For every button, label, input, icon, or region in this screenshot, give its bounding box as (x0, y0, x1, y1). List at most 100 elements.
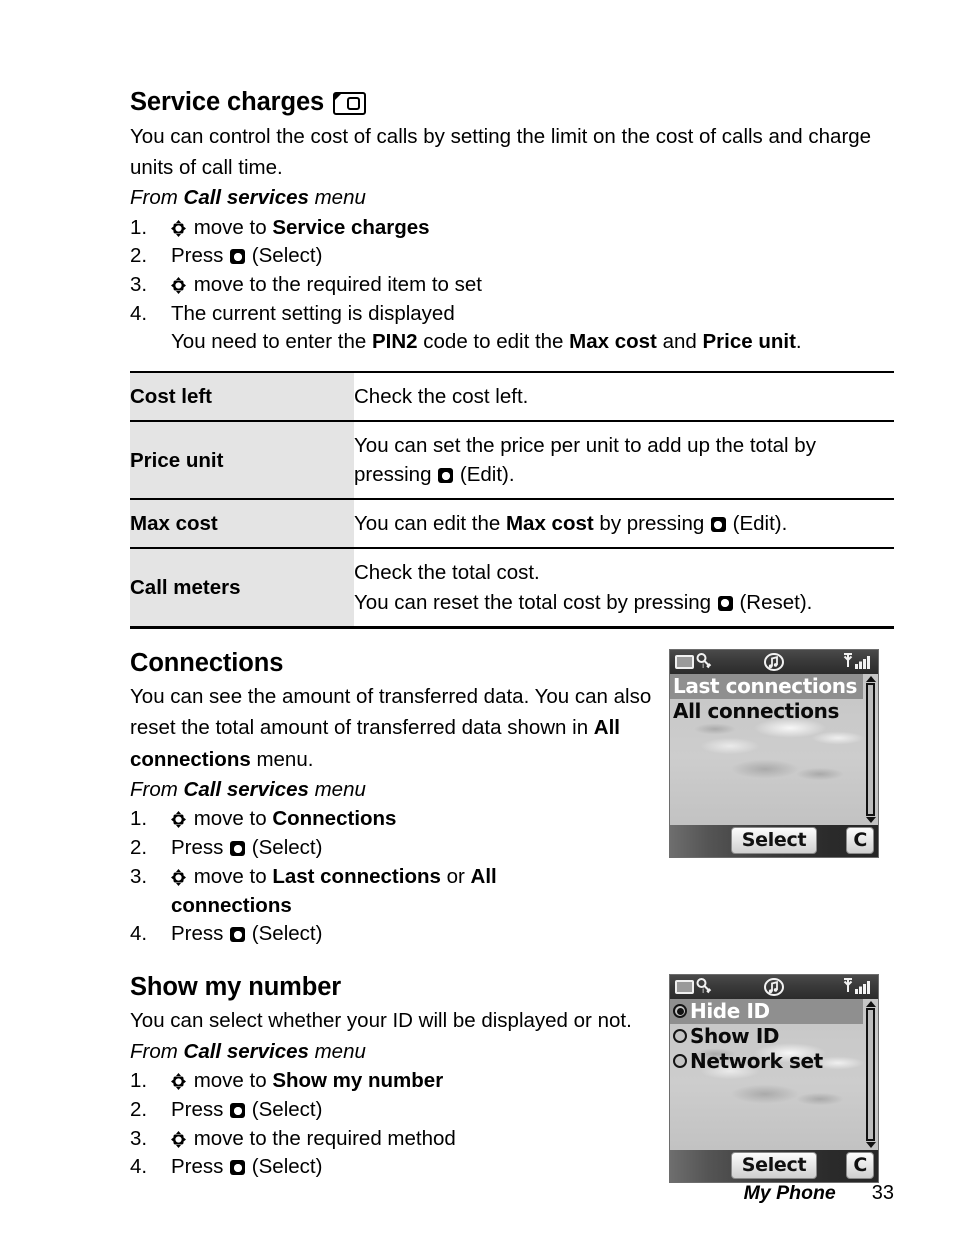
menu-item-label: Hide ID (690, 998, 770, 1023)
table-row-value: You can edit the Max cost by pressing (E… (354, 498, 894, 549)
phone-softkey-bar: Select C (670, 824, 878, 857)
softkey-select[interactable]: Select (730, 1152, 818, 1180)
heading-text: Connections (130, 648, 284, 677)
connections-steps: 1. move to Connections 2. Press (Select) … (130, 805, 670, 948)
table-row-key: Max cost (130, 498, 354, 549)
service-charges-from-line: From Call services menu (130, 183, 894, 214)
note-max-cost: Max cost (569, 330, 657, 354)
value-line: pressing (354, 463, 438, 487)
step-text: move to (188, 864, 273, 888)
step-number: 3. (130, 1126, 148, 1150)
nav-key-icon (171, 1130, 186, 1148)
softkey-clear[interactable]: C (846, 1152, 874, 1180)
table-row-key: Cost left (130, 371, 354, 422)
radio-button-icon[interactable] (673, 1029, 687, 1044)
nav-key-icon (171, 811, 186, 829)
step-wrap-text: connections (171, 893, 292, 917)
phone-radio-item-network-set[interactable]: Network set (670, 1049, 878, 1074)
show-my-number-intro: You can select whether your ID will be d… (130, 1009, 632, 1033)
note-pin2: PIN2 (372, 330, 418, 354)
menu-item-label: Show ID (690, 1023, 780, 1048)
svg-text:i: i (702, 661, 704, 670)
phone-menu-list: Last connections All connections (670, 673, 878, 724)
show-my-number-from-line: From Call services menu (130, 1037, 670, 1068)
value-line: You can edit the (354, 512, 506, 536)
heading-service-charges: Service charges (130, 88, 894, 117)
connections-section: Connections You can see the amount of tr… (130, 648, 894, 949)
value-mid: by pressing (593, 512, 710, 536)
select-key-icon (230, 1103, 246, 1119)
sim-card-icon (333, 92, 367, 116)
table-row: Cost left Check the cost left. (130, 371, 894, 422)
note-price-unit: Price unit (702, 330, 796, 354)
radio-button-icon[interactable] (673, 1054, 687, 1069)
note-part1: You need to enter the (171, 330, 372, 354)
step-number: 4. (130, 922, 148, 946)
from-suffix: menu (308, 185, 366, 209)
phone-screenshot-connections: i Last connections All connections Selec… (669, 648, 879, 858)
value-line-post: (Edit). (726, 512, 788, 536)
service-charges-steps: 1. move to Service charges 2. Press (Sele… (130, 214, 894, 357)
from-prefix: From (130, 185, 184, 209)
scrollbar-track[interactable] (866, 682, 875, 816)
scroll-down-arrow-icon[interactable] (865, 1141, 876, 1148)
step-text: move to (188, 807, 273, 831)
show-my-number-steps: 1. move to Show my number 2. Press (Selec… (130, 1067, 670, 1182)
step-text: Press (171, 836, 230, 860)
step-bold2: All (470, 864, 497, 888)
step-text: The current setting is displayed (171, 301, 455, 325)
scroll-up-arrow-icon[interactable] (865, 1000, 876, 1007)
softkey-clear[interactable]: C (846, 827, 874, 855)
note-part2: code to edit the (417, 330, 570, 354)
from-suffix: menu (308, 1039, 366, 1063)
phone-radio-item-hide-id[interactable]: Hide ID (670, 998, 863, 1024)
value-line: Check the total cost. (354, 561, 540, 585)
step-text: Press (171, 1098, 230, 1122)
step-number: 2. (130, 836, 148, 860)
phone-scrollbar[interactable] (865, 1000, 876, 1148)
step-text-post: (Select) (246, 922, 323, 946)
intro-part1: You can see the amount of transferred da… (130, 685, 652, 740)
from-suffix: menu (308, 777, 366, 801)
service-charges-table: Cost left Check the cost left. Price uni… (130, 371, 894, 629)
step-item: 3. move to the required method (130, 1125, 670, 1154)
pin2-note: You need to enter the PIN2 code to edit … (171, 328, 894, 357)
select-key-icon (230, 249, 246, 265)
step-item: 4. Press (Select) (130, 1153, 670, 1182)
nav-key-icon (171, 276, 186, 294)
phone-radio-list: Hide ID Show ID Network set (670, 998, 878, 1074)
step-text-post: (Select) (246, 836, 323, 860)
phone-menu-item-last-connections[interactable]: Last connections (670, 673, 863, 699)
phone-status-bar: i (670, 649, 878, 674)
menu-item-label: Last connections (673, 673, 858, 698)
phone-softkey-bar: Select C (670, 1149, 878, 1182)
select-key-icon (230, 1160, 246, 1176)
nav-key-icon (171, 868, 186, 886)
signal-bars-icon (843, 978, 870, 995)
step-text: move to the required item to set (188, 272, 482, 296)
step-number: 3. (130, 864, 148, 888)
scroll-down-arrow-icon[interactable] (865, 816, 876, 823)
value-line-post: (Reset). (733, 590, 813, 614)
select-key-icon (717, 595, 733, 611)
phone-screenshot-show-my-number: i Hide ID Show ID Network set Select C (669, 973, 879, 1183)
step-mid: or (440, 864, 471, 888)
svg-text:i: i (702, 986, 704, 995)
phone-scrollbar[interactable] (865, 675, 876, 823)
step-text: Press (171, 1155, 230, 1179)
phone-radio-item-show-id[interactable]: Show ID (670, 1024, 878, 1049)
step-number: 2. (130, 244, 148, 268)
step-text-post: (Select) (246, 1155, 323, 1179)
scroll-up-arrow-icon[interactable] (865, 675, 876, 682)
phone-menu-item-all-connections[interactable]: All connections (670, 699, 878, 724)
scrollbar-track[interactable] (866, 1007, 875, 1141)
value-line-post: (Edit). (454, 463, 515, 487)
radio-button-icon[interactable] (673, 1004, 687, 1019)
step-item: 1. move to Show my number (130, 1067, 670, 1096)
step-text-post: (Select) (246, 244, 323, 268)
step-text: move to (188, 215, 273, 239)
softkey-select[interactable]: Select (730, 827, 818, 855)
select-key-icon (230, 841, 246, 857)
from-prefix: From (130, 777, 184, 801)
heading-show-my-number: Show my number (130, 973, 670, 1002)
